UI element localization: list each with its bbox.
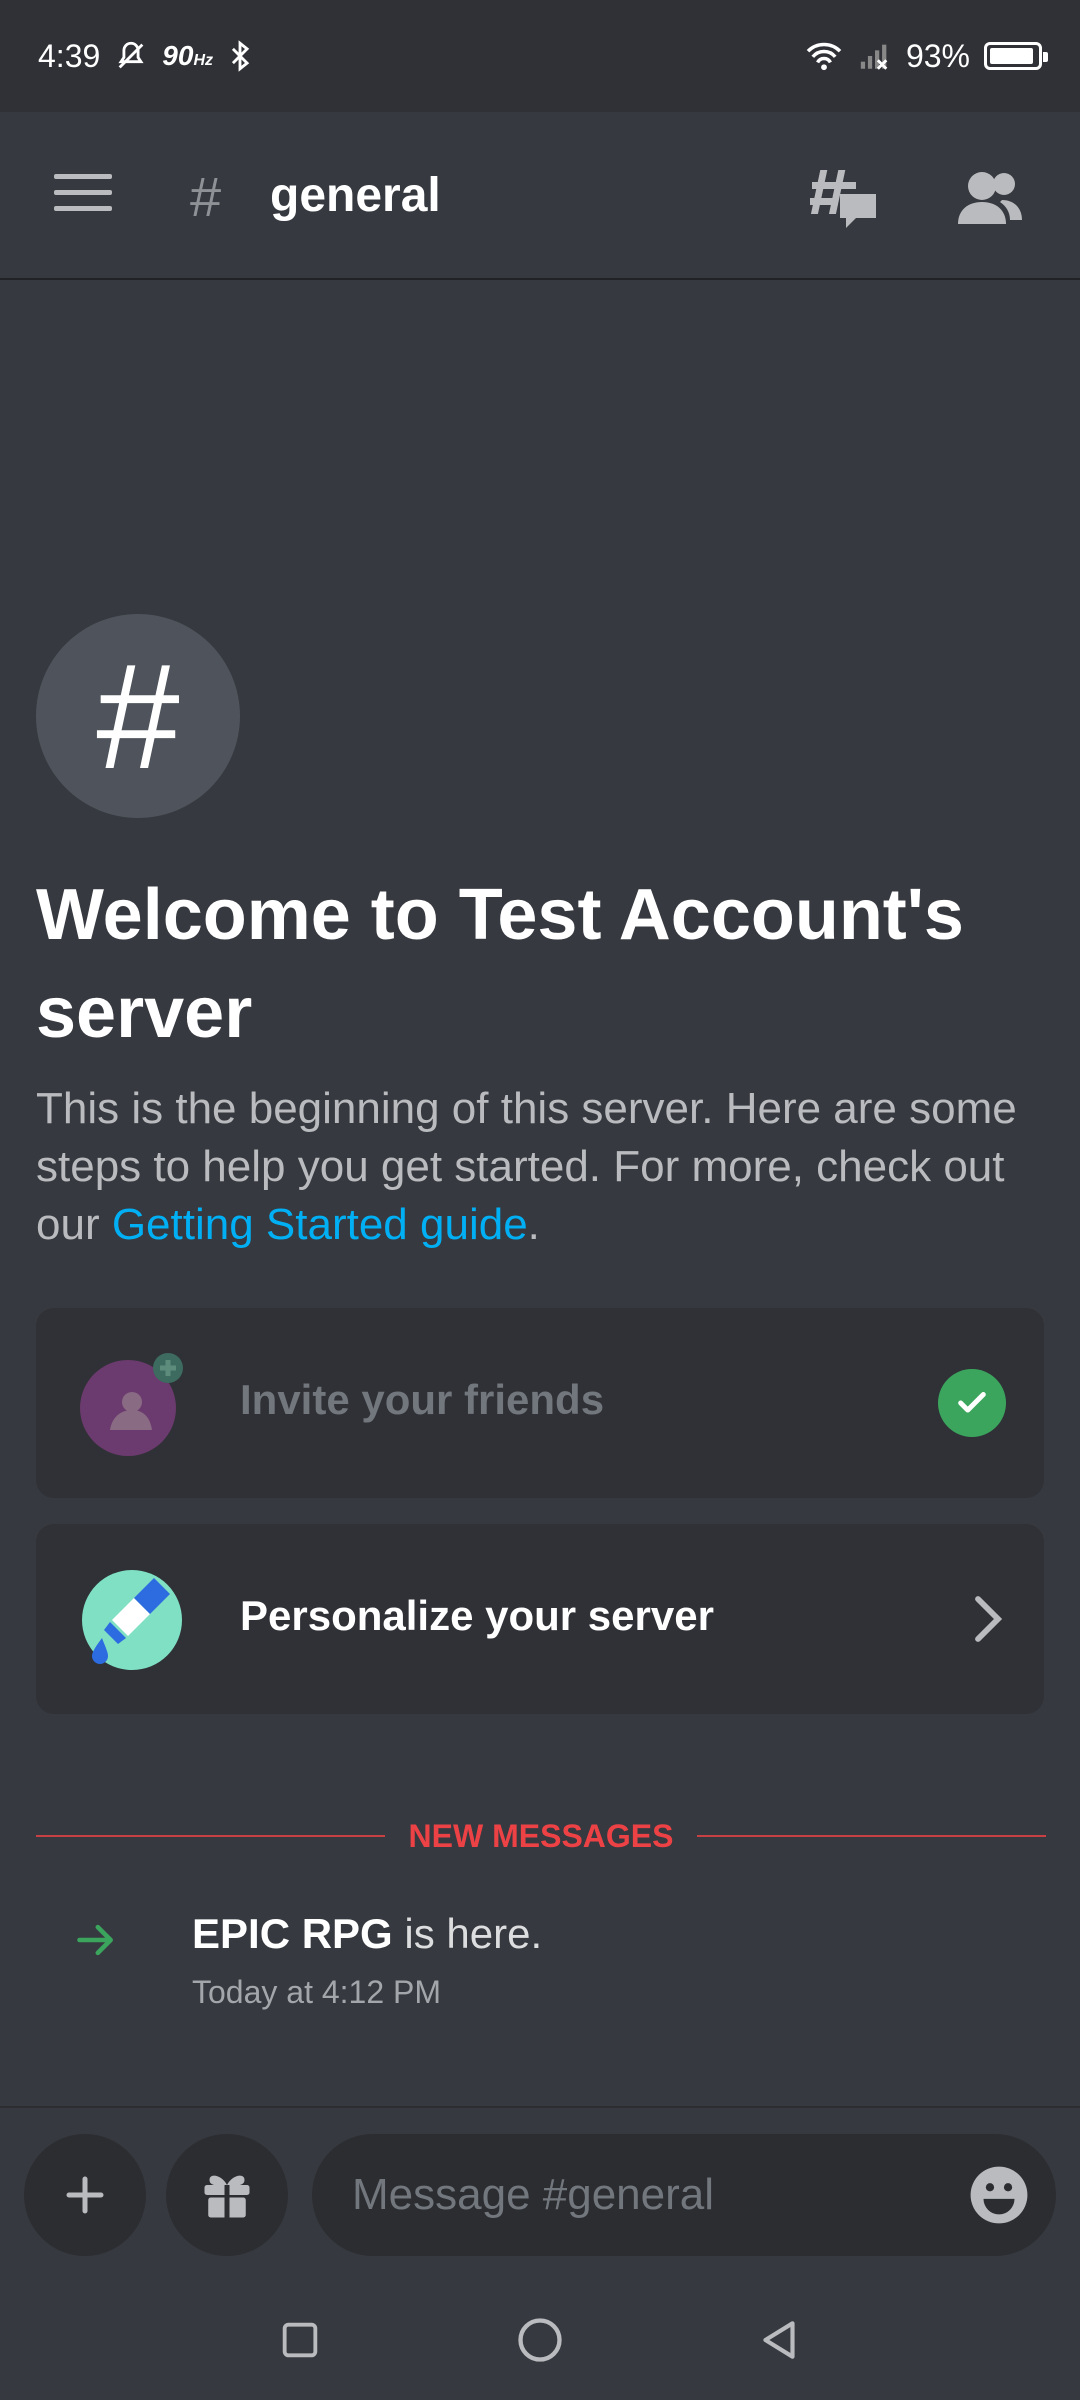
divider-label: NEW MESSAGES: [408, 1817, 674, 1854]
wifi-icon: [806, 42, 842, 71]
threads-button[interactable]: [810, 162, 882, 234]
emoji-icon: [970, 2166, 1028, 2224]
clock: 4:39: [38, 37, 101, 74]
gift-button[interactable]: [166, 2134, 288, 2256]
status-right: 93%: [804, 37, 1048, 75]
members-icon: [958, 172, 1022, 224]
message-input[interactable]: Message #general: [312, 2134, 1056, 2256]
gift-icon: [204, 2175, 250, 2218]
threads-icon: [810, 170, 876, 228]
bluetooth-icon: [231, 40, 250, 72]
plus-icon: [66, 2176, 104, 2214]
card-label: Invite your friends: [240, 1376, 605, 1423]
channel-title: general: [270, 169, 441, 222]
channel-header: # general: [0, 112, 1080, 280]
menu-icon: [54, 174, 112, 179]
message-composer: Message #general: [0, 2106, 1080, 2280]
menu-button[interactable]: [54, 174, 112, 214]
status-bar: 4:39 90Hz 93%: [0, 0, 1080, 112]
welcome-title: Welcome to Test Account's server: [36, 875, 964, 1053]
welcome-description: This is the beginning of this server. He…: [36, 1084, 1017, 1249]
system-message: EPIC RPG is here.: [192, 1910, 543, 1957]
getting-started-link[interactable]: Getting Started guide: [112, 1200, 528, 1249]
personalize-server-card[interactable]: Personalize your server: [36, 1524, 1044, 1714]
invite-friends-card[interactable]: Invite your friends: [36, 1308, 1044, 1498]
add-attachment-button[interactable]: [24, 2134, 146, 2256]
battery-icon: [984, 42, 1048, 70]
join-arrow-icon: [77, 1924, 113, 1956]
hash-icon: #: [96, 632, 180, 800]
channel-avatar: #: [36, 614, 240, 818]
home-button[interactable]: [510, 2310, 570, 2370]
recents-button[interactable]: [270, 2310, 330, 2370]
square-icon: [282, 2322, 318, 2358]
hash-icon: #: [190, 165, 222, 228]
battery-percent: 93%: [905, 37, 970, 74]
triangle-back-icon: [763, 2321, 795, 2359]
invite-icon: [80, 1353, 183, 1456]
card-label: Personalize your server: [240, 1592, 714, 1639]
message-placeholder: Message #general: [352, 2170, 715, 2219]
status-left: 4:39 90Hz: [38, 38, 253, 75]
back-button[interactable]: [750, 2310, 810, 2370]
battery-level: [990, 48, 1033, 64]
circle-icon: [518, 2318, 562, 2362]
bell-muted-icon: [118, 41, 144, 69]
signal-icon: [860, 44, 888, 70]
paintbrush-icon: [82, 1570, 182, 1670]
system-nav-bar: [0, 2280, 1080, 2400]
emoji-button[interactable]: [968, 2164, 1030, 2226]
members-button[interactable]: [954, 164, 1026, 236]
bot-name[interactable]: EPIC RPG: [192, 1910, 393, 1957]
new-messages-divider: NEW MESSAGES: [36, 1816, 1047, 1856]
chevron-right-icon: [975, 1596, 1003, 1642]
message-timestamp: Today at 4:12 PM: [192, 1974, 442, 2010]
checkmark-icon: [938, 1369, 1006, 1437]
refresh-rate: 90Hz: [162, 40, 213, 71]
